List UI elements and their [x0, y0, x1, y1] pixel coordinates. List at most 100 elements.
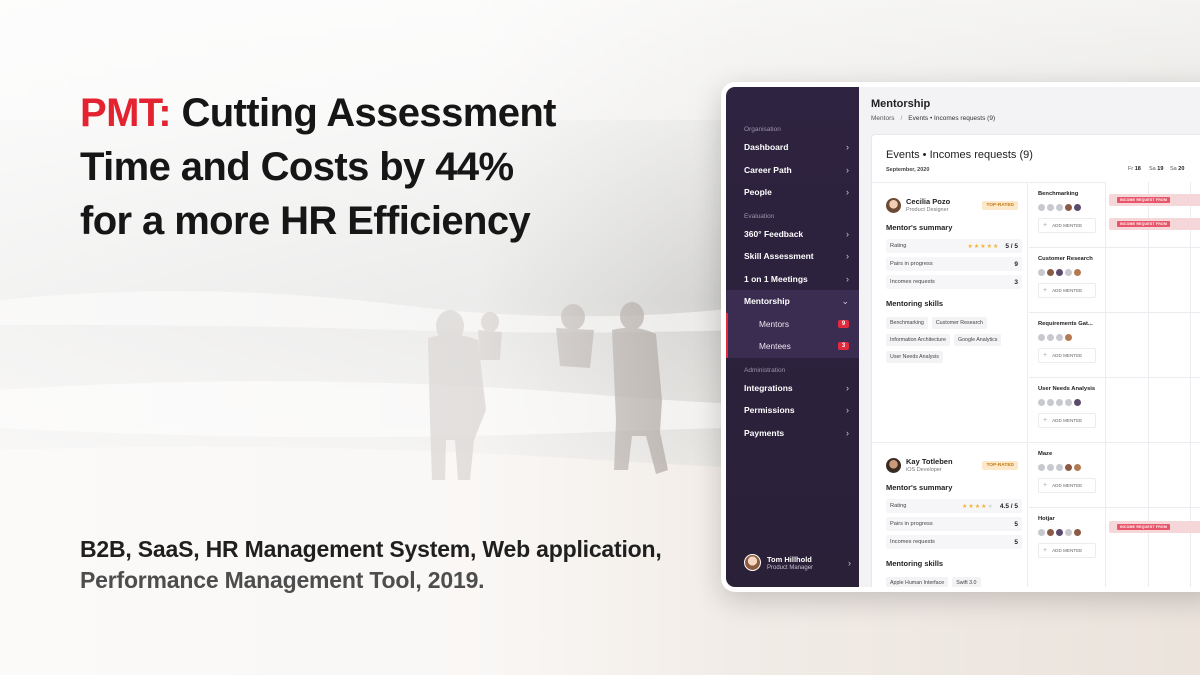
mentor-card[interactable]: Cecilia Pozo Product Designer TOP-RATED …	[886, 195, 1028, 363]
grid-line	[1105, 182, 1106, 587]
sidebar-item-dashboard[interactable]: Dashboard ›	[726, 136, 859, 159]
sidebar-item-payments[interactable]: Payments ›	[726, 422, 859, 445]
sidebar-item-mentorship[interactable]: Mentorship ⌄	[726, 290, 859, 313]
plus-icon: +	[1043, 222, 1048, 229]
skill-chip: Swift 3.0	[952, 577, 981, 587]
app-frame: Organisation Dashboard › Career Path › Peo…	[726, 87, 1200, 587]
mentee-avatars	[1038, 464, 1104, 471]
request-label: INCOME REQUEST FROM	[1117, 197, 1170, 203]
chevron-right-icon: ›	[846, 405, 849, 416]
project-title: Customer Research	[1038, 256, 1093, 262]
sidebar-item-label: Integrations	[744, 382, 793, 393]
button-label: ADD MENTEE	[1052, 548, 1083, 553]
add-mentee-button[interactable]: + ADD MENTEE	[1038, 218, 1096, 233]
button-label: ADD MENTEE	[1052, 418, 1083, 423]
project-row: Maze + ADD MENTEE	[1038, 451, 1104, 493]
income-request-event[interactable]: INCOME REQUEST FROM	[1109, 521, 1200, 533]
row-divider	[1029, 247, 1200, 248]
hero-headline: PMT: Cutting Assessment Time and Costs b…	[80, 86, 700, 248]
button-label: ADD MENTEE	[1052, 483, 1083, 488]
breadcrumb-root[interactable]: Mentors	[871, 115, 894, 122]
calendar-month: September, 2020	[886, 167, 930, 173]
star-rating-icon: ★★★★★	[967, 243, 1000, 250]
sidebar-item-career-path[interactable]: Career Path ›	[726, 159, 859, 182]
card-title: Events • Incomes requests (9)	[886, 149, 1033, 161]
projects-column: Benchmarking + ADD MENTEE Customer Resear…	[1029, 182, 1105, 587]
row-divider	[1029, 507, 1200, 508]
row-divider	[1029, 312, 1200, 313]
project-title: Requirements Gat...	[1038, 321, 1093, 327]
project-title: Benchmarking	[1038, 191, 1079, 197]
sidebar-subitem-mentors[interactable]: Mentors 9	[726, 312, 859, 335]
sidebar-section-organisation: Organisation	[744, 126, 781, 133]
sidebar-subitem-mentees[interactable]: Mentees 3	[726, 335, 859, 358]
chevron-right-icon: ›	[846, 427, 849, 438]
user-profile-menu[interactable]: Tom Hillhold Product Manager ›	[744, 554, 851, 571]
add-mentee-button[interactable]: + ADD MENTEE	[1038, 543, 1096, 558]
sidebar-item-people[interactable]: People ›	[726, 181, 859, 204]
skill-chip: Apple Human Interface	[886, 577, 949, 587]
add-mentee-button[interactable]: + ADD MENTEE	[1038, 478, 1096, 493]
rating-row: Rating ★★★★★ 4.5 / 5	[886, 499, 1022, 513]
add-mentee-button[interactable]: + ADD MENTEE	[1038, 283, 1096, 298]
pairs-row: Pairs in progress 9	[886, 257, 1022, 271]
mentee-avatars	[1038, 204, 1104, 211]
sidebar-item-permissions[interactable]: Permissions ›	[726, 399, 859, 422]
tags-line-2: Performance Management Tool, 2019.	[80, 567, 485, 593]
calendar-days-header: Fr 18 Sa 19 Sa 20	[1128, 166, 1191, 172]
incomes-value: 3	[1014, 278, 1018, 286]
add-mentee-button[interactable]: + ADD MENTEE	[1038, 413, 1096, 428]
chevron-right-icon: ›	[846, 228, 849, 239]
sidebar-item-label: People	[744, 187, 772, 198]
incomes-row: Incomes requests 3	[886, 275, 1022, 289]
events-card: Events • Incomes requests (9) September,…	[871, 134, 1200, 587]
sidebar: Organisation Dashboard › Career Path › Peo…	[726, 87, 859, 587]
sidebar-item-integrations[interactable]: Integrations ›	[726, 377, 859, 400]
pairs-row: Pairs in progress 5	[886, 517, 1022, 531]
income-request-event[interactable]: INCOME REQUEST FROM	[1109, 218, 1200, 230]
avatar	[744, 554, 761, 571]
rating-value: 4.5 / 5	[999, 502, 1018, 510]
skills-heading: Mentoring skills	[886, 299, 944, 308]
calendar-day: Sa 19	[1149, 166, 1164, 172]
mentor-name: Kay Totleben	[906, 457, 953, 466]
button-label: ADD MENTEE	[1052, 223, 1083, 228]
sidebar-item-label: 1 on 1 Meetings	[744, 273, 808, 284]
headline-line-3: for a more HR Efficiency	[80, 199, 531, 243]
chevron-down-icon: ⌄	[841, 295, 849, 306]
skill-chip: Customer Research	[931, 317, 987, 329]
calendar-day: Fr 18	[1128, 166, 1141, 172]
mentor-card[interactable]: Kay Totleben iOS Developer TOP-RATED Men…	[886, 455, 1028, 587]
project-title: User Needs Analysis	[1038, 386, 1096, 392]
headline-line-2: Time and Costs by 44%	[80, 145, 514, 189]
skills-list: Benchmarking Customer Research Informati…	[886, 317, 1026, 363]
user-name: Tom Hillhold	[767, 554, 812, 564]
sidebar-section-administration: Administration	[744, 366, 786, 374]
stat-label: Incomes requests	[890, 279, 935, 285]
summary-heading: Mentor's summary	[886, 483, 953, 492]
button-label: ADD MENTEE	[1052, 288, 1083, 293]
chevron-right-icon: ›	[846, 382, 849, 393]
incomes-value: 5	[1014, 538, 1018, 546]
mentors-column: Cecilia Pozo Product Designer TOP-RATED …	[872, 182, 1028, 587]
sidebar-item-label: Career Path	[744, 164, 792, 175]
sidebar-section-evaluation: Evaluation	[744, 212, 775, 220]
headline-line-1: Cutting Assessment	[181, 91, 556, 135]
sidebar-item-label: Payments	[744, 427, 785, 438]
star-rating-icon: ★★★★★	[962, 503, 994, 510]
sidebar-item-360-feedback[interactable]: 360° Feedback ›	[726, 223, 859, 246]
sidebar-item-skill-assessment[interactable]: Skill Assessment ›	[726, 245, 859, 268]
chevron-right-icon: ›	[848, 557, 851, 568]
income-request-event[interactable]: INCOME REQUEST FROM	[1109, 194, 1200, 206]
stat-label: Rating	[890, 243, 907, 249]
sidebar-item-label: Mentorship	[744, 296, 790, 307]
skill-chip: Information Architecture	[886, 334, 950, 346]
project-row: Requirements Gat... + ADD MENTEE	[1038, 321, 1104, 363]
breadcrumb-current: Events • Incomes requests (9)	[908, 115, 996, 122]
sidebar-item-meetings[interactable]: 1 on 1 Meetings ›	[726, 268, 859, 291]
avatar	[886, 457, 901, 473]
add-mentee-button[interactable]: + ADD MENTEE	[1038, 348, 1096, 363]
top-rated-badge: TOP-RATED	[982, 200, 1018, 210]
request-label: INCOME REQUEST FROM	[1117, 524, 1170, 530]
skills-list: Apple Human Interface Swift 3.0	[886, 577, 1026, 587]
